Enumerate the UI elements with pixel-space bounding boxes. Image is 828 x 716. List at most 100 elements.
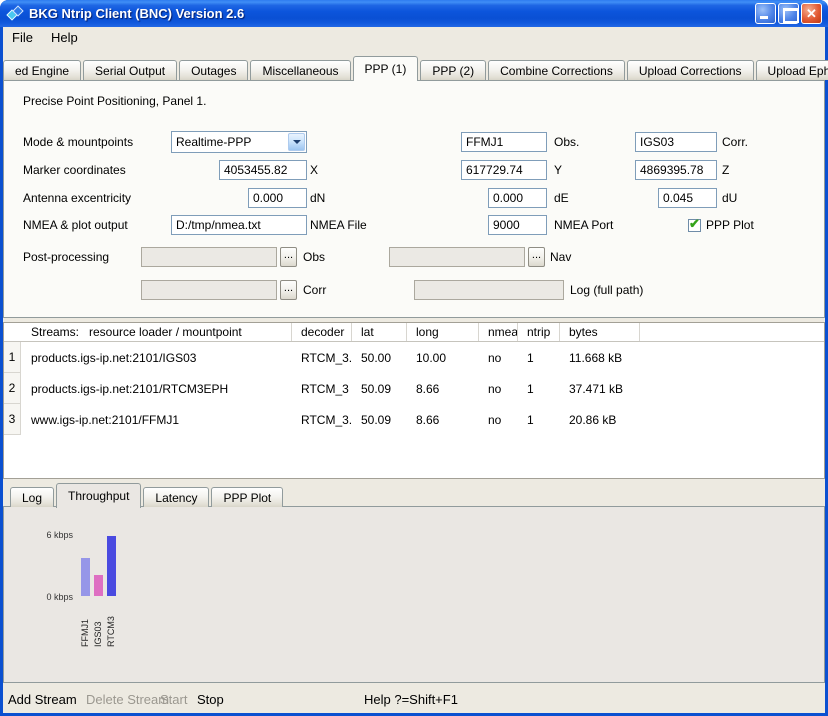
chart-bar-igs03 bbox=[94, 575, 103, 596]
cell-lat: 50.00 bbox=[352, 342, 407, 373]
post-nav-label: Nav bbox=[550, 247, 571, 267]
chart-bar-rtcm3 bbox=[107, 536, 116, 596]
cell-ntrip: 1 bbox=[518, 373, 560, 404]
tab-ppp-plot[interactable]: PPP Plot bbox=[211, 487, 283, 507]
tab-latency[interactable]: Latency bbox=[143, 487, 209, 507]
cell-filler bbox=[640, 404, 824, 435]
post-obs-label: Obs bbox=[303, 247, 325, 267]
minimize-button[interactable] bbox=[755, 3, 776, 24]
window-title: BKG Ntrip Client (BNC) Version 2.6 bbox=[29, 6, 244, 21]
x-axis-label-rtcm3: RTCM3 bbox=[106, 603, 118, 647]
antenna-du-field[interactable] bbox=[658, 188, 717, 208]
nmea-port-field[interactable] bbox=[488, 215, 547, 235]
cell-lat: 50.09 bbox=[352, 373, 407, 404]
nmea-plot-output-label: NMEA & plot output bbox=[23, 215, 128, 235]
table-row[interactable]: 1 products.igs-ip.net:2101/IGS03 RTCM_3.… bbox=[4, 342, 824, 373]
tab-log[interactable]: Log bbox=[10, 487, 54, 507]
help-shortcut-label: Help ?=Shift+F1 bbox=[364, 686, 458, 713]
post-processing-label: Post-processing bbox=[23, 247, 109, 267]
menu-help[interactable]: Help bbox=[42, 27, 87, 48]
stop-button[interactable]: Stop bbox=[197, 686, 224, 713]
tab-serial-output[interactable]: Serial Output bbox=[83, 60, 177, 80]
antenna-excentricity-label: Antenna excentricity bbox=[23, 188, 131, 208]
streams-table-header: Streams: resource loader / mountpoint de… bbox=[4, 323, 824, 342]
marker-x-field[interactable] bbox=[219, 160, 307, 180]
tab-miscellaneous[interactable]: Miscellaneous bbox=[250, 60, 350, 80]
header-ntrip: ntrip bbox=[518, 323, 560, 341]
antenna-de-field[interactable] bbox=[488, 188, 547, 208]
mode-dropdown-value: Realtime-PPP bbox=[176, 135, 251, 149]
close-button[interactable] bbox=[801, 3, 822, 24]
tab-ppp-1[interactable]: PPP (1) bbox=[353, 56, 419, 81]
marker-y-field[interactable] bbox=[461, 160, 547, 180]
header-nmea: nmea bbox=[479, 323, 518, 341]
y-axis-bottom-label: 0 kbps bbox=[31, 592, 73, 602]
header-long: long bbox=[407, 323, 479, 341]
panel-caption: Precise Point Positioning, Panel 1. bbox=[23, 94, 206, 108]
cell-bytes: 37.471 kB bbox=[560, 373, 640, 404]
cell-bytes: 20.86 kB bbox=[560, 404, 640, 435]
post-nav-field bbox=[389, 247, 525, 267]
tab-throughput[interactable]: Throughput bbox=[56, 483, 141, 508]
tab-feed-engine[interactable]: ed Engine bbox=[3, 60, 81, 80]
cell-mountpoint: products.igs-ip.net:2101/IGS03 bbox=[21, 342, 292, 373]
tab-upload-corrections[interactable]: Upload Corrections bbox=[627, 60, 754, 80]
corr-mountpoint-field[interactable] bbox=[635, 132, 717, 152]
cell-nmea: no bbox=[479, 404, 518, 435]
mode-dropdown[interactable]: Realtime-PPP bbox=[171, 131, 307, 153]
table-row[interactable]: 3 www.igs-ip.net:2101/FFMJ1 RTCM_3.0 50.… bbox=[4, 404, 824, 435]
nmea-port-label: NMEA Port bbox=[554, 215, 613, 235]
post-obs-browse-button[interactable]: ... bbox=[280, 247, 297, 267]
row-number: 1 bbox=[4, 342, 21, 373]
cell-decoder: RTCM_3.0 bbox=[292, 342, 352, 373]
row-number: 3 bbox=[4, 404, 21, 435]
tab-upload-ephemeris[interactable]: Upload Ephemeris bbox=[756, 60, 828, 80]
menu-bar: File Help bbox=[3, 27, 825, 48]
marker-y-label: Y bbox=[554, 160, 562, 180]
antenna-du-label: dU bbox=[722, 188, 737, 208]
tab-outages[interactable]: Outages bbox=[179, 60, 248, 80]
antenna-dn-field[interactable] bbox=[248, 188, 307, 208]
tab-ppp-2[interactable]: PPP (2) bbox=[420, 60, 486, 80]
post-corr-browse-button[interactable]: ... bbox=[280, 280, 297, 300]
title-bar[interactable]: BKG Ntrip Client (BNC) Version 2.6 bbox=[0, 0, 828, 27]
cell-mountpoint: products.igs-ip.net:2101/RTCM3EPH bbox=[21, 373, 292, 404]
chart-bar-ffmj1 bbox=[81, 558, 90, 596]
corr-label: Corr. bbox=[722, 132, 748, 152]
cell-mountpoint: www.igs-ip.net:2101/FFMJ1 bbox=[21, 404, 292, 435]
post-obs-field bbox=[141, 247, 277, 267]
table-row[interactable]: 2 products.igs-ip.net:2101/RTCM3EPH RTCM… bbox=[4, 373, 824, 404]
chevron-down-icon[interactable] bbox=[288, 133, 305, 151]
cell-long: 10.00 bbox=[407, 342, 479, 373]
post-nav-browse-button[interactable]: ... bbox=[528, 247, 545, 267]
row-number: 2 bbox=[4, 373, 21, 404]
start-button: Start bbox=[160, 686, 187, 713]
main-tab-bar: ed Engine Serial Output Outages Miscella… bbox=[3, 56, 825, 80]
marker-z-field[interactable] bbox=[635, 160, 717, 180]
post-log-label: Log (full path) bbox=[570, 280, 643, 300]
antenna-de-label: dE bbox=[554, 188, 569, 208]
app-icon bbox=[7, 5, 24, 22]
obs-mountpoint-field[interactable] bbox=[461, 132, 547, 152]
header-bytes: bytes bbox=[560, 323, 640, 341]
streams-table: Streams: resource loader / mountpoint de… bbox=[3, 322, 825, 479]
tab-combine-corrections[interactable]: Combine Corrections bbox=[488, 60, 625, 80]
ppp-plot-label: PPP Plot bbox=[706, 215, 754, 235]
post-log-field bbox=[414, 280, 564, 300]
cell-lat: 50.09 bbox=[352, 404, 407, 435]
menu-file[interactable]: File bbox=[3, 27, 42, 48]
cell-filler bbox=[640, 342, 824, 373]
nmea-file-field[interactable] bbox=[171, 215, 307, 235]
ppp-plot-checkbox[interactable]: ✔ bbox=[688, 219, 701, 232]
cell-filler bbox=[640, 373, 824, 404]
header-decoder: decoder bbox=[292, 323, 352, 341]
cell-nmea: no bbox=[479, 342, 518, 373]
bottom-toolbar: Add Stream Delete Stream Start Stop Help… bbox=[3, 686, 825, 713]
add-stream-button[interactable]: Add Stream bbox=[8, 686, 77, 713]
antenna-dn-label: dN bbox=[310, 188, 325, 208]
maximize-button[interactable] bbox=[778, 3, 799, 24]
cell-decoder: RTCM_3 bbox=[292, 373, 352, 404]
cell-nmea: no bbox=[479, 373, 518, 404]
marker-x-label: X bbox=[310, 160, 318, 180]
cell-ntrip: 1 bbox=[518, 342, 560, 373]
